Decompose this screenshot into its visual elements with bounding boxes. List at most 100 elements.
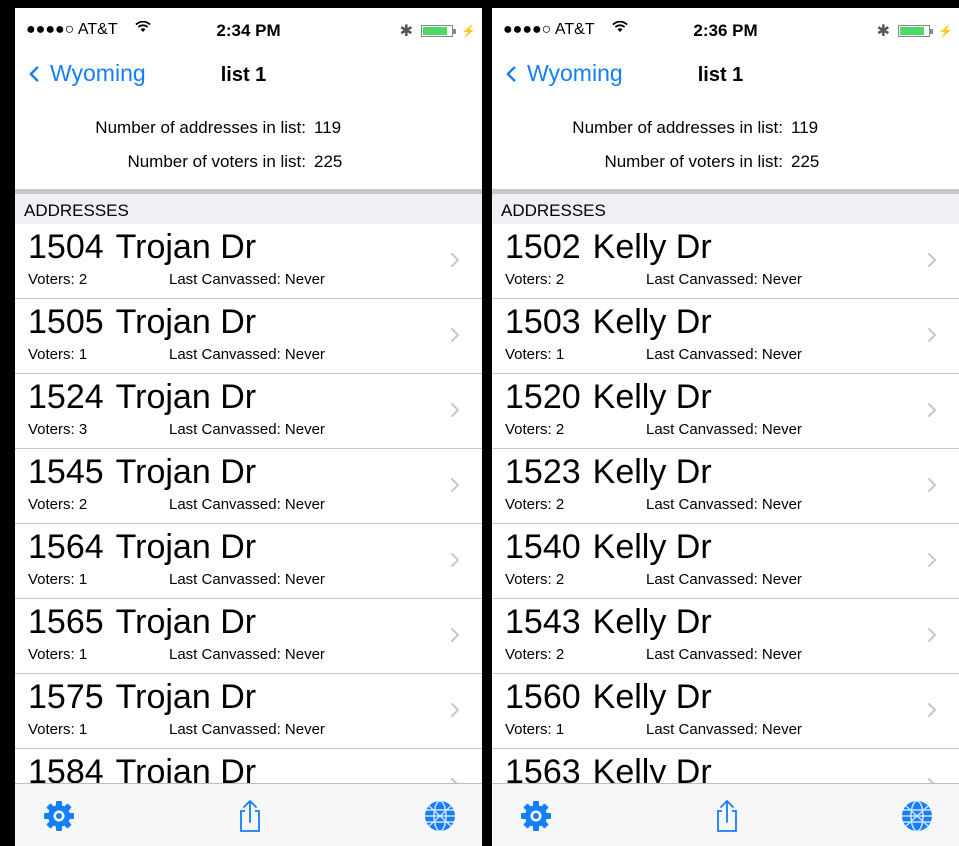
address-row[interactable]: 1564 Trojan Dr Voters: 1 Last Canvassed: … <box>15 524 482 599</box>
voters-count: Voters: 1 <box>28 346 88 363</box>
address-row[interactable]: 1520 Kelly Dr Voters: 2 Last Canvassed: N… <box>492 374 959 449</box>
voters-stat: Number of voters in list: 225 <box>492 145 959 179</box>
chevron-right-icon <box>451 553 459 567</box>
street-name: Kelly Dr <box>592 378 712 416</box>
chevron-right-icon <box>451 628 459 642</box>
address-row[interactable]: 1575 Trojan Dr Voters: 1 Last Canvassed: … <box>15 674 482 749</box>
street-name: Trojan Dr <box>115 303 257 341</box>
chevron-right-icon <box>928 478 936 492</box>
address-title: 1502 Kelly Dr <box>505 228 712 267</box>
share-button[interactable] <box>232 798 268 834</box>
street-name: Kelly Dr <box>592 603 712 641</box>
address-row[interactable]: 1584 Trojan Dr <box>15 749 482 784</box>
charging-icon: ⚡ <box>938 24 953 38</box>
address-list[interactable]: ADDRESSES 1504 Trojan Dr Voters: 2 Last C… <box>15 194 482 784</box>
last-canvassed: Last Canvassed: Never <box>169 571 325 588</box>
voters-count-value: 225 <box>314 152 343 171</box>
address-row[interactable]: 1565 Trojan Dr Voters: 1 Last Canvassed: … <box>15 599 482 674</box>
last-canvassed: Last Canvassed: Never <box>169 421 325 438</box>
settings-button[interactable] <box>41 798 77 834</box>
address-row[interactable]: 1540 Kelly Dr Voters: 2 Last Canvassed: N… <box>492 524 959 599</box>
address-row[interactable]: 1505 Trojan Dr Voters: 1 Last Canvassed: … <box>15 299 482 374</box>
battery-icon <box>421 25 457 37</box>
settings-button[interactable] <box>518 798 554 834</box>
battery-fill <box>423 27 448 35</box>
page-title: list 1 <box>220 64 267 86</box>
street-name: Trojan Dr <box>115 378 257 416</box>
last-canvassed: Last Canvassed: Never <box>646 496 802 513</box>
address-title: 1524 Trojan Dr <box>28 378 256 417</box>
house-number: 1565 <box>28 603 104 641</box>
street-name: Trojan Dr <box>115 528 257 566</box>
house-number: 1584 <box>28 753 104 784</box>
street-name: Kelly Dr <box>592 528 712 566</box>
house-number: 1524 <box>28 378 104 416</box>
voters-count: Voters: 1 <box>505 721 565 738</box>
house-number: 1564 <box>28 528 104 566</box>
street-name: Trojan Dr <box>115 753 257 784</box>
last-canvassed: Last Canvassed: Never <box>169 496 325 513</box>
street-name: Trojan Dr <box>115 603 257 641</box>
address-title: 1523 Kelly Dr <box>505 453 712 492</box>
address-row[interactable]: 1502 Kelly Dr Voters: 2 Last Canvassed: N… <box>492 224 959 299</box>
chevron-right-icon <box>451 403 459 417</box>
street-name: Kelly Dr <box>592 228 712 266</box>
phone-screen-right: ●●●●○ AT&T 2:36 PM ✱ ⚡ Wyoming list 1 Nu… <box>492 8 959 846</box>
address-row[interactable]: 1504 Trojan Dr Voters: 2 Last Canvassed: … <box>15 224 482 299</box>
voters-count: Voters: 2 <box>505 646 565 663</box>
last-canvassed: Last Canvassed: Never <box>169 346 325 363</box>
last-canvassed: Last Canvassed: Never <box>169 271 325 288</box>
bluetooth-icon: ✱ <box>399 23 414 40</box>
last-canvassed: Last Canvassed: Never <box>646 421 802 438</box>
page-title: list 1 <box>697 64 744 86</box>
house-number: 1545 <box>28 453 104 491</box>
address-rows: 1504 Trojan Dr Voters: 2 Last Canvassed: … <box>15 224 482 784</box>
street-name: Kelly Dr <box>592 453 712 491</box>
address-title: 1504 Trojan Dr <box>28 228 256 267</box>
last-canvassed: Last Canvassed: Never <box>646 721 802 738</box>
tab-bar <box>15 783 482 846</box>
chevron-right-icon <box>928 703 936 717</box>
chevron-right-icon <box>451 328 459 342</box>
address-row[interactable]: 1523 Kelly Dr Voters: 2 Last Canvassed: N… <box>492 449 959 524</box>
voters-count: Voters: 1 <box>28 571 88 588</box>
street-name: Trojan Dr <box>115 678 257 716</box>
address-title: 1520 Kelly Dr <box>505 378 712 417</box>
address-row[interactable]: 1560 Kelly Dr Voters: 1 Last Canvassed: N… <box>492 674 959 749</box>
address-title: 1584 Trojan Dr <box>28 753 256 784</box>
voters-count: Voters: 1 <box>505 346 565 363</box>
battery-tip <box>930 29 934 34</box>
voters-stat: Number of voters in list: 225 <box>15 145 482 179</box>
addresses-count-value: 119 <box>314 118 342 137</box>
list-stats: Number of addresses in list: 119 Number o… <box>492 111 959 179</box>
voters-count: Voters: 2 <box>28 496 88 513</box>
address-row[interactable]: 1563 Kelly Dr <box>492 749 959 784</box>
globe-button[interactable] <box>899 798 935 834</box>
globe-button[interactable] <box>422 798 458 834</box>
address-list[interactable]: ADDRESSES 1502 Kelly Dr Voters: 2 Last Ca… <box>492 194 959 784</box>
address-title: 1540 Kelly Dr <box>505 528 712 567</box>
address-row[interactable]: 1543 Kelly Dr Voters: 2 Last Canvassed: N… <box>492 599 959 674</box>
last-canvassed: Last Canvassed: Never <box>646 346 802 363</box>
addresses-count-label: Number of addresses in list: <box>95 118 306 137</box>
address-row[interactable]: 1545 Trojan Dr Voters: 2 Last Canvassed: … <box>15 449 482 524</box>
voters-count: Voters: 1 <box>28 721 88 738</box>
section-header: ADDRESSES <box>501 201 606 220</box>
address-row[interactable]: 1503 Kelly Dr Voters: 1 Last Canvassed: N… <box>492 299 959 374</box>
last-canvassed: Last Canvassed: Never <box>646 646 802 663</box>
voters-count: Voters: 2 <box>505 271 565 288</box>
address-title: 1565 Trojan Dr <box>28 603 256 642</box>
share-button[interactable] <box>709 798 745 834</box>
status-right: ✱ ⚡ <box>877 21 953 41</box>
address-row[interactable]: 1524 Trojan Dr Voters: 3 Last Canvassed: … <box>15 374 482 449</box>
chevron-right-icon <box>928 628 936 642</box>
chevron-right-icon <box>451 478 459 492</box>
charging-icon: ⚡ <box>461 24 476 38</box>
last-canvassed: Last Canvassed: Never <box>646 271 802 288</box>
house-number: 1505 <box>28 303 104 341</box>
gear-icon <box>44 801 74 831</box>
last-canvassed: Last Canvassed: Never <box>646 571 802 588</box>
house-number: 1560 <box>505 678 581 716</box>
globe-icon <box>902 800 932 832</box>
house-number: 1543 <box>505 603 581 641</box>
